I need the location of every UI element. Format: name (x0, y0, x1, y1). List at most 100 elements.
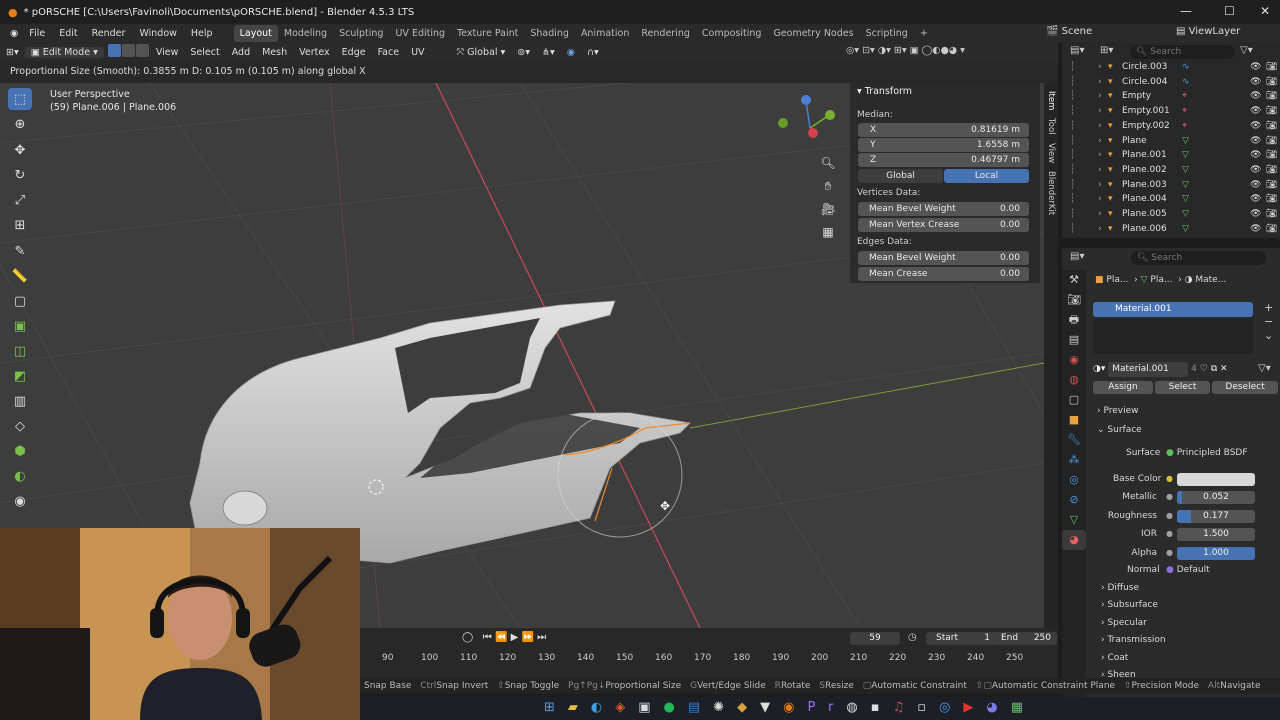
fake-user-icon[interactable]: ♡ (1200, 364, 1208, 374)
duplicate-material-icon[interactable]: ⧉ (1211, 364, 1217, 374)
add-cube-tool-icon[interactable]: ▢ (8, 290, 32, 312)
record-icon[interactable]: ◯ (462, 632, 473, 643)
tab-sculpting[interactable]: Sculpting (333, 25, 389, 42)
visibility-eye-icon[interactable]: 👁︎ (1250, 163, 1261, 178)
base-color-swatch[interactable] (1177, 473, 1255, 486)
ior-slider[interactable]: 1.500 (1177, 528, 1255, 541)
tab-modeling[interactable]: Modeling (278, 25, 333, 42)
expand-arrow-icon[interactable]: › (1098, 163, 1102, 178)
expand-arrow-icon[interactable]: › (1098, 60, 1102, 75)
subpanel-subsurface[interactable]: › Subsurface (1101, 600, 1158, 610)
outliner-row[interactable]: ┆ › ▾ Empty.002 ⌖ 👁︎ 📷︎ (1062, 119, 1280, 134)
render-camera-icon[interactable]: 📷︎ (1266, 178, 1277, 193)
rotate-tool-icon[interactable]: ↻ (8, 164, 32, 186)
outliner-row[interactable]: ┆ › ▾ Plane.003 ▽ 👁︎ 📷︎ (1062, 178, 1280, 193)
expand-arrow-icon[interactable]: › (1098, 207, 1102, 222)
outliner-row[interactable]: ┆ › ▾ Plane ▽ 👁︎ 📷︎ (1062, 134, 1280, 149)
end-frame-field[interactable]: End 250 (995, 632, 1057, 645)
minimize-icon[interactable]: — (1180, 4, 1192, 18)
menu-select[interactable]: Select (184, 47, 225, 58)
music-icon[interactable]: ♫ (893, 700, 918, 715)
menu-face[interactable]: Face (372, 47, 405, 58)
visibility-eye-icon[interactable]: 👁︎ (1250, 207, 1261, 222)
tab-animation[interactable]: Animation (575, 25, 635, 42)
expand-arrow-icon[interactable]: › (1098, 104, 1102, 119)
outliner-row[interactable]: ┆ › ▾ Plane.005 ▽ 👁︎ 📷︎ (1062, 207, 1280, 222)
outliner-editor-icon[interactable]: ▤▾ (1070, 45, 1084, 56)
tab-blenderkit[interactable]: BlenderKit (1046, 171, 1056, 215)
visibility-eye-icon[interactable]: 👁︎ (1250, 104, 1261, 119)
median-y-field[interactable]: Y 1.6558 m (858, 138, 1029, 152)
pan-hand-icon[interactable]: ✋︎ (820, 175, 836, 198)
outliner-row[interactable]: ┆ › ▾ Empty ⌖ 👁︎ 📷︎ (1062, 89, 1280, 104)
poly-build-tool-icon[interactable]: ⬢ (8, 440, 32, 462)
local-toggle-button[interactable]: Local (944, 169, 1029, 183)
falloff-icon[interactable]: ∩▾ (581, 47, 605, 58)
measure-tool-icon[interactable]: 📏 (8, 265, 32, 287)
visibility-eye-icon[interactable]: 👁︎ (1250, 222, 1261, 237)
youtube-icon[interactable]: ▶ (963, 700, 986, 715)
app2-icon[interactable]: ▼ (760, 700, 783, 715)
alpha-slider[interactable]: 1.000 (1177, 546, 1255, 560)
surface-shader-selector[interactable]: ● Principled BSDF (1166, 448, 1248, 458)
menu-file[interactable]: File (22, 28, 52, 39)
expand-arrow-icon[interactable]: › (1098, 178, 1102, 193)
expand-arrow-icon[interactable]: › (1098, 134, 1102, 149)
move-tool-icon[interactable]: ✥ (8, 139, 32, 161)
knife-tool-icon[interactable]: ◇ (8, 415, 32, 437)
modifier-tab-icon[interactable]: 🔧︎ (1062, 430, 1086, 450)
annotate-tool-icon[interactable]: ✎ (8, 240, 32, 262)
vertex-select-icon[interactable] (107, 44, 121, 57)
subpanel-specular[interactable]: › Specular (1101, 618, 1147, 628)
data-tab-icon[interactable]: ▽ (1062, 510, 1086, 530)
editor-type-icon[interactable]: ⊞▾ (0, 47, 25, 58)
visibility-eye-icon[interactable]: 👁︎ (1250, 178, 1261, 193)
constraints-tab-icon[interactable]: ⊘ (1062, 490, 1086, 510)
outliner-row[interactable]: ┆ › ▾ Plane.006 ▽ 👁︎ 📷︎ (1062, 222, 1280, 237)
unlink-material-icon[interactable]: ✕ (1220, 364, 1228, 374)
mean-vertex-crease-field[interactable]: Mean Vertex Crease 0.00 (858, 218, 1029, 232)
ortho-grid-icon[interactable]: ▦ (820, 221, 836, 244)
material-browse-icon[interactable]: ◑▾ (1093, 364, 1105, 374)
edge-browser-icon[interactable]: ◐ (591, 700, 615, 715)
outliner-search-input[interactable]: 🔍︎ Search (1130, 45, 1235, 59)
render-camera-icon[interactable]: 📷︎ (1266, 75, 1277, 90)
transform-orientation[interactable]: ⤧ Global ▾ (451, 47, 512, 58)
jump-start-icon[interactable]: ⏮ (483, 632, 492, 643)
particles-tab-icon[interactable]: ⁂ (1062, 450, 1086, 470)
inset-tool-icon[interactable]: ◫ (8, 340, 32, 362)
store-icon[interactable]: ▣ (638, 700, 663, 715)
file-explorer-icon[interactable]: ▰ (568, 700, 591, 715)
subpanel-diffuse[interactable]: › Diffuse (1101, 583, 1139, 593)
menu-add[interactable]: Add (226, 47, 256, 58)
view-layer-tab-icon[interactable]: ▤ (1062, 330, 1086, 350)
calculator-icon[interactable]: ▤ (688, 700, 713, 715)
tab-texture-paint[interactable]: Texture Paint (451, 25, 524, 42)
view-layer-selector[interactable]: ▤ ViewLayer (1176, 26, 1240, 37)
tab-layout[interactable]: Layout (233, 25, 278, 42)
add-slot-icon[interactable]: + (1264, 301, 1273, 315)
outliner-row[interactable]: ┆ › ▾ Plane.001 ▽ 👁︎ 📷︎ (1062, 148, 1280, 163)
global-toggle-button[interactable]: Global (858, 169, 943, 183)
blender-taskbar-icon[interactable]: ◉ (783, 700, 807, 715)
expand-arrow-icon[interactable]: › (1098, 192, 1102, 207)
physics-tab-icon[interactable]: ◎ (1062, 470, 1086, 490)
render-camera-icon[interactable]: 📷︎ (1266, 222, 1277, 237)
render-camera-icon[interactable]: 📷︎ (1266, 89, 1277, 104)
zoom-icon[interactable]: 🔍︎ (820, 152, 836, 175)
outliner-row[interactable]: ┆ › ▾ Empty.001 ⌖ 👁︎ 📷︎ (1062, 104, 1280, 119)
visibility-eye-icon[interactable]: 👁︎ (1250, 89, 1261, 104)
menu-view[interactable]: View (150, 47, 185, 58)
timeline[interactable]: ◯ ⏮ ⏪ ▶ ⏩ ⏭ 59 ◷ Start 1 End 250 90 100 110 1… (360, 628, 1058, 680)
mean-bevel-weight-vertex-field[interactable]: Mean Bevel Weight 0.00 (858, 202, 1029, 216)
object-tab-icon[interactable]: ■ (1062, 410, 1086, 430)
properties-search-input[interactable]: 🔍︎ Search (1131, 251, 1266, 265)
outliner-row[interactable]: ┆ › ▾ Plane.002 ▽ 👁︎ 📷︎ (1062, 163, 1280, 178)
app6-icon[interactable]: ▦ (1011, 700, 1036, 715)
transform-panel-header[interactable]: ▾ Transform (857, 86, 912, 97)
surface-panel-header[interactable]: ⌄ Surface (1097, 425, 1142, 435)
menu-mesh[interactable]: Mesh (256, 47, 293, 58)
steam-icon[interactable]: ◍ (846, 700, 870, 715)
spotify-icon[interactable]: ● (664, 700, 688, 715)
visibility-eye-icon[interactable]: 👁︎ (1250, 192, 1261, 207)
